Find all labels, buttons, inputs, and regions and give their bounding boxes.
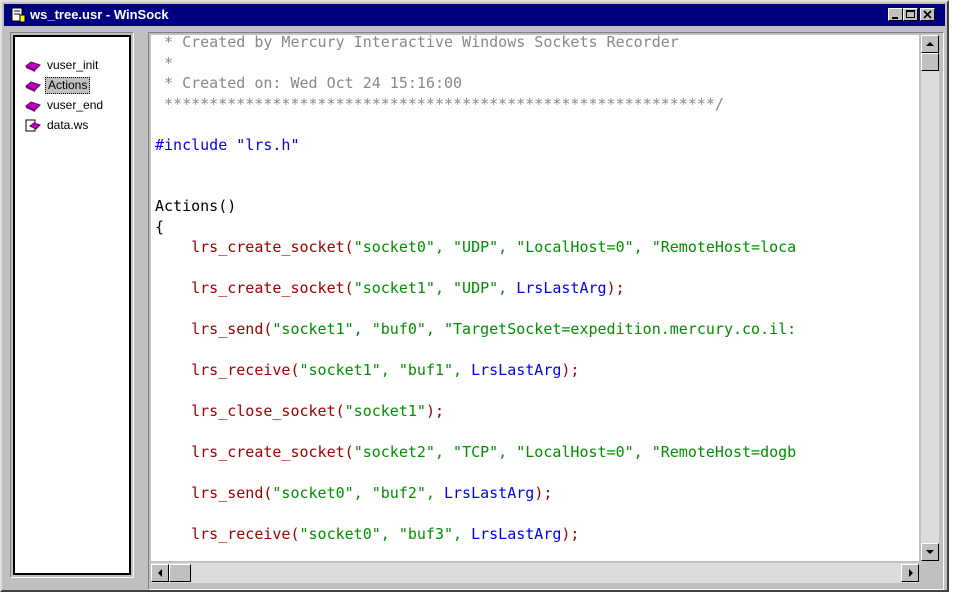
minimize-button[interactable] [888, 8, 903, 21]
code-token: LrsLastArg [471, 525, 562, 543]
script-window: ws_tree.usr - WinSock vuser_init Actions… [0, 0, 949, 592]
maximize-icon [906, 10, 915, 18]
code-line: lrs_create_socket("socket0", "UDP", "Loc… [155, 238, 796, 256]
script-icon [25, 81, 41, 92]
code-token: Actions() [155, 197, 237, 215]
code-token: LrsLastArg [471, 361, 562, 379]
code-token: #include "lrs.h" [155, 136, 300, 154]
scroll-up-button[interactable] [921, 35, 939, 53]
code-token: "socket0", "UDP", "LocalHost=0", "Remote… [353, 238, 797, 256]
code-line: #include "lrs.h" [155, 136, 300, 154]
code-token: "socket0", "buf2", [272, 484, 444, 502]
code-token: lrs_close_socket( [191, 402, 345, 420]
arrow-right-icon [909, 569, 913, 577]
code-token: ); [606, 279, 625, 297]
data-file-icon [25, 119, 41, 132]
scrollbar-corner [921, 563, 939, 583]
arrow-down-icon [926, 550, 934, 554]
code-line: lrs_receive("socket0", "buf3", LrsLastAr… [155, 525, 579, 543]
code-token: { [155, 218, 165, 236]
horizontal-scroll-thumb[interactable] [169, 564, 191, 582]
code-token: lrs_send( [191, 320, 273, 338]
code-token: LrsLastArg [516, 279, 607, 297]
code-line: { [155, 218, 164, 236]
arrow-left-icon [158, 569, 162, 577]
tree-item-label: vuser_end [47, 98, 104, 112]
code-token: lrs_receive( [191, 525, 300, 543]
vertical-scroll-thumb[interactable] [921, 53, 939, 71]
code-line: lrs_send("socket1", "buf0", "TargetSocke… [155, 320, 796, 338]
code-token: "socket1", "buf1", [299, 361, 472, 379]
code-line: * [155, 54, 173, 72]
code-token: LrsLastArg [444, 484, 535, 502]
code-line: lrs_send("socket0", "buf2", LrsLastArg); [155, 484, 552, 502]
code-token: ); [561, 525, 580, 543]
code-token: ); [534, 484, 553, 502]
tree-item-label: data.ws [47, 118, 89, 132]
code-token: ****************************************… [155, 95, 724, 113]
arrow-up-icon [926, 42, 934, 46]
code-token: "socket2", "TCP", "LocalHost=0", "Remote… [353, 443, 797, 461]
horizontal-scrollbar[interactable] [151, 563, 919, 583]
tree-item-label: Actions [45, 77, 91, 94]
code-line: ****************************************… [155, 95, 724, 113]
code-line: * Created on: Wed Oct 24 15:16:00 [155, 74, 462, 92]
code-token: lrs_receive( [191, 361, 300, 379]
scroll-right-button[interactable] [901, 564, 919, 582]
code-token: * [155, 54, 174, 72]
code-token: ); [425, 402, 444, 420]
code-token: * Created by Mercury Interactive Windows… [155, 35, 679, 51]
code-view[interactable]: * Created by Mercury Interactive Windows… [151, 35, 919, 561]
code-token: ); [561, 361, 580, 379]
code-token: "socket0", "buf3", [299, 525, 472, 543]
close-button[interactable] [920, 8, 935, 21]
script-tree: vuser_init Actions vuser_end data.ws [13, 35, 131, 575]
close-icon [923, 10, 932, 19]
code-token: lrs_create_socket( [191, 279, 354, 297]
code-editor: * Created by Mercury Interactive Windows… [148, 32, 944, 590]
code-line: lrs_create_socket("socket2", "TCP", "Loc… [155, 443, 796, 461]
code-line: Actions() [155, 197, 236, 215]
scroll-down-button[interactable] [921, 543, 939, 561]
scroll-left-button[interactable] [151, 564, 169, 582]
script-icon [25, 101, 41, 112]
vertical-scrollbar[interactable] [921, 35, 939, 561]
code-token: "socket1", "UDP", [353, 279, 517, 297]
minimize-icon [892, 17, 898, 19]
code-token: "socket1", "buf0", "TargetSocket=expedit… [272, 320, 797, 338]
code-token: "socket1" [344, 402, 426, 420]
script-icon [25, 61, 41, 72]
code-token: * Created on: Wed Oct 24 15:16:00 [155, 74, 463, 92]
code-token: lrs_send( [191, 484, 273, 502]
script-file-icon [11, 7, 26, 23]
code-token: lrs_create_socket( [191, 238, 354, 256]
code-line: lrs_receive("socket1", "buf1", LrsLastAr… [155, 361, 579, 379]
script-tree-panel: vuser_init Actions vuser_end data.ws [10, 32, 134, 578]
title-bar[interactable]: ws_tree.usr - WinSock [4, 4, 945, 26]
code-line: lrs_close_socket("socket1"); [155, 402, 444, 420]
window-title: ws_tree.usr - WinSock [30, 7, 169, 22]
tree-item-label: vuser_init [47, 58, 99, 72]
code-token: lrs_create_socket( [191, 443, 354, 461]
maximize-button[interactable] [903, 8, 918, 21]
code-line: lrs_create_socket("socket1", "UDP", LrsL… [155, 279, 625, 297]
code-line: * Created by Mercury Interactive Windows… [155, 35, 679, 51]
